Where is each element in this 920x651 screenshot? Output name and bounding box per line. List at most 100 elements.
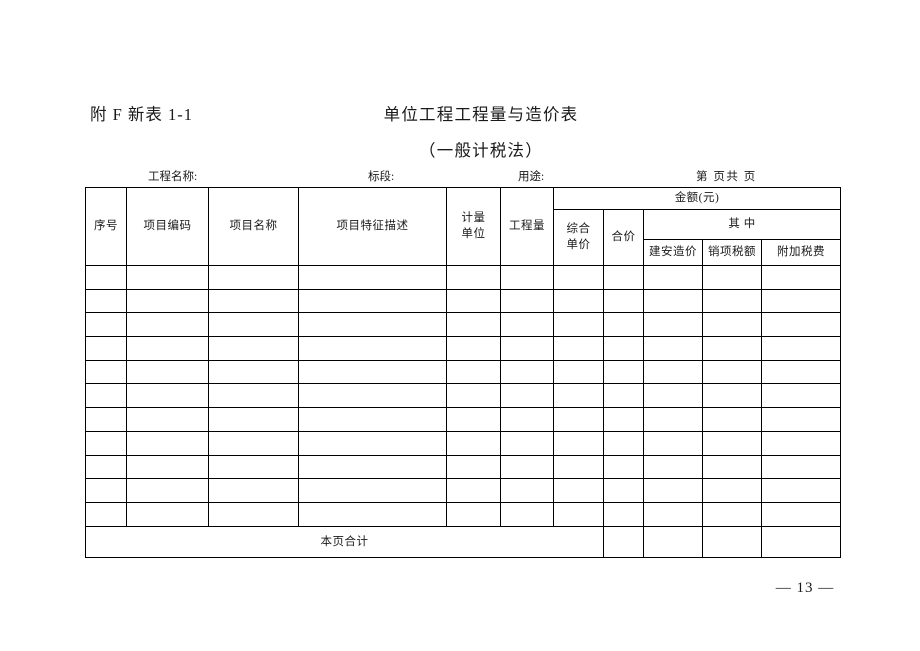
cell-construction-cost[interactable] (643, 478, 703, 503)
cell-output-tax[interactable] (702, 312, 762, 338)
cell-unit[interactable] (446, 336, 501, 361)
cell-quantity[interactable] (500, 359, 554, 385)
cell-unit[interactable] (446, 407, 501, 432)
cell-item-name[interactable] (208, 383, 299, 409)
cell-item-name[interactable] (208, 312, 299, 338)
cell-item-feature[interactable] (298, 407, 447, 432)
cell-seq[interactable] (85, 454, 127, 480)
cell-item-feature[interactable] (298, 359, 447, 385)
cell-unit-price[interactable] (553, 288, 604, 314)
cell-unit-price[interactable] (553, 454, 604, 480)
cell-total-price[interactable] (603, 265, 644, 290)
cell-item-name[interactable] (208, 336, 299, 361)
cell-total-price[interactable] (603, 312, 644, 338)
cell-item-code[interactable] (126, 478, 209, 503)
cell-unit-price[interactable] (553, 478, 604, 503)
cell-seq[interactable] (85, 288, 127, 314)
cell-construction-cost[interactable] (643, 430, 703, 456)
cell-quantity[interactable] (500, 312, 554, 338)
cell-item-code[interactable] (126, 430, 209, 456)
cell-construction-cost[interactable] (643, 501, 703, 527)
cell-surcharge[interactable] (760, 383, 842, 409)
cell-item-code[interactable] (126, 454, 209, 480)
cell-surcharge[interactable] (760, 312, 842, 338)
cell-total-price[interactable] (603, 454, 644, 480)
cell-item-code[interactable] (126, 288, 209, 314)
cell-construction-cost[interactable] (643, 383, 703, 409)
cell-output-tax[interactable] (702, 430, 762, 456)
cell-total-price[interactable] (603, 430, 644, 456)
cell-item-code[interactable] (126, 407, 209, 432)
cell-seq[interactable] (85, 478, 127, 503)
cell-total-price[interactable] (603, 407, 644, 432)
cell-surcharge[interactable] (760, 407, 842, 432)
cell-construction-cost[interactable] (643, 265, 703, 290)
total-cell-output-tax[interactable] (702, 525, 762, 558)
cell-item-feature[interactable] (298, 312, 447, 338)
cell-unit-price[interactable] (553, 383, 604, 409)
cell-seq[interactable] (85, 359, 127, 385)
cell-output-tax[interactable] (702, 336, 762, 361)
cell-surcharge[interactable] (760, 501, 842, 527)
cell-quantity[interactable] (500, 336, 554, 361)
cell-unit[interactable] (446, 430, 501, 456)
cell-total-price[interactable] (603, 336, 644, 361)
cell-item-name[interactable] (208, 265, 299, 290)
cell-item-feature[interactable] (298, 288, 447, 314)
cell-output-tax[interactable] (702, 454, 762, 480)
cell-surcharge[interactable] (760, 430, 842, 456)
cell-item-name[interactable] (208, 478, 299, 503)
cell-unit[interactable] (446, 383, 501, 409)
cell-item-code[interactable] (126, 336, 209, 361)
cell-surcharge[interactable] (760, 265, 842, 290)
cell-seq[interactable] (85, 501, 127, 527)
cell-unit[interactable] (446, 478, 501, 503)
cell-item-feature[interactable] (298, 336, 447, 361)
cell-total-price[interactable] (603, 288, 644, 314)
cell-seq[interactable] (85, 265, 127, 290)
cell-output-tax[interactable] (702, 265, 762, 290)
cell-surcharge[interactable] (760, 336, 842, 361)
cell-item-feature[interactable] (298, 383, 447, 409)
total-cell-construction-cost[interactable] (643, 525, 703, 558)
cell-item-feature[interactable] (298, 454, 447, 480)
cell-output-tax[interactable] (702, 359, 762, 385)
cell-unit[interactable] (446, 359, 501, 385)
cell-item-name[interactable] (208, 407, 299, 432)
cell-total-price[interactable] (603, 501, 644, 527)
cell-construction-cost[interactable] (643, 312, 703, 338)
cell-item-code[interactable] (126, 359, 209, 385)
cell-quantity[interactable] (500, 265, 554, 290)
cell-quantity[interactable] (500, 407, 554, 432)
cell-unit-price[interactable] (553, 501, 604, 527)
cell-quantity[interactable] (500, 478, 554, 503)
cell-seq[interactable] (85, 407, 127, 432)
cell-output-tax[interactable] (702, 383, 762, 409)
cell-item-feature[interactable] (298, 430, 447, 456)
cell-construction-cost[interactable] (643, 288, 703, 314)
cell-surcharge[interactable] (760, 454, 842, 480)
cell-unit-price[interactable] (553, 265, 604, 290)
total-cell-total-price[interactable] (603, 525, 644, 558)
cell-unit[interactable] (446, 454, 501, 480)
cell-unit-price[interactable] (553, 312, 604, 338)
cell-item-name[interactable] (208, 288, 299, 314)
cell-unit[interactable] (446, 288, 501, 314)
cell-unit[interactable] (446, 501, 501, 527)
cell-item-code[interactable] (126, 501, 209, 527)
cell-item-name[interactable] (208, 501, 299, 527)
cell-construction-cost[interactable] (643, 454, 703, 480)
cell-surcharge[interactable] (760, 478, 842, 503)
cell-unit-price[interactable] (553, 336, 604, 361)
cell-unit[interactable] (446, 265, 501, 290)
cell-item-code[interactable] (126, 383, 209, 409)
cell-item-name[interactable] (208, 454, 299, 480)
cell-item-name[interactable] (208, 359, 299, 385)
cell-quantity[interactable] (500, 430, 554, 456)
cell-item-code[interactable] (126, 265, 209, 290)
cell-output-tax[interactable] (702, 478, 762, 503)
cell-item-feature[interactable] (298, 501, 447, 527)
cell-quantity[interactable] (500, 383, 554, 409)
total-cell-surcharge[interactable] (760, 525, 842, 558)
cell-total-price[interactable] (603, 359, 644, 385)
